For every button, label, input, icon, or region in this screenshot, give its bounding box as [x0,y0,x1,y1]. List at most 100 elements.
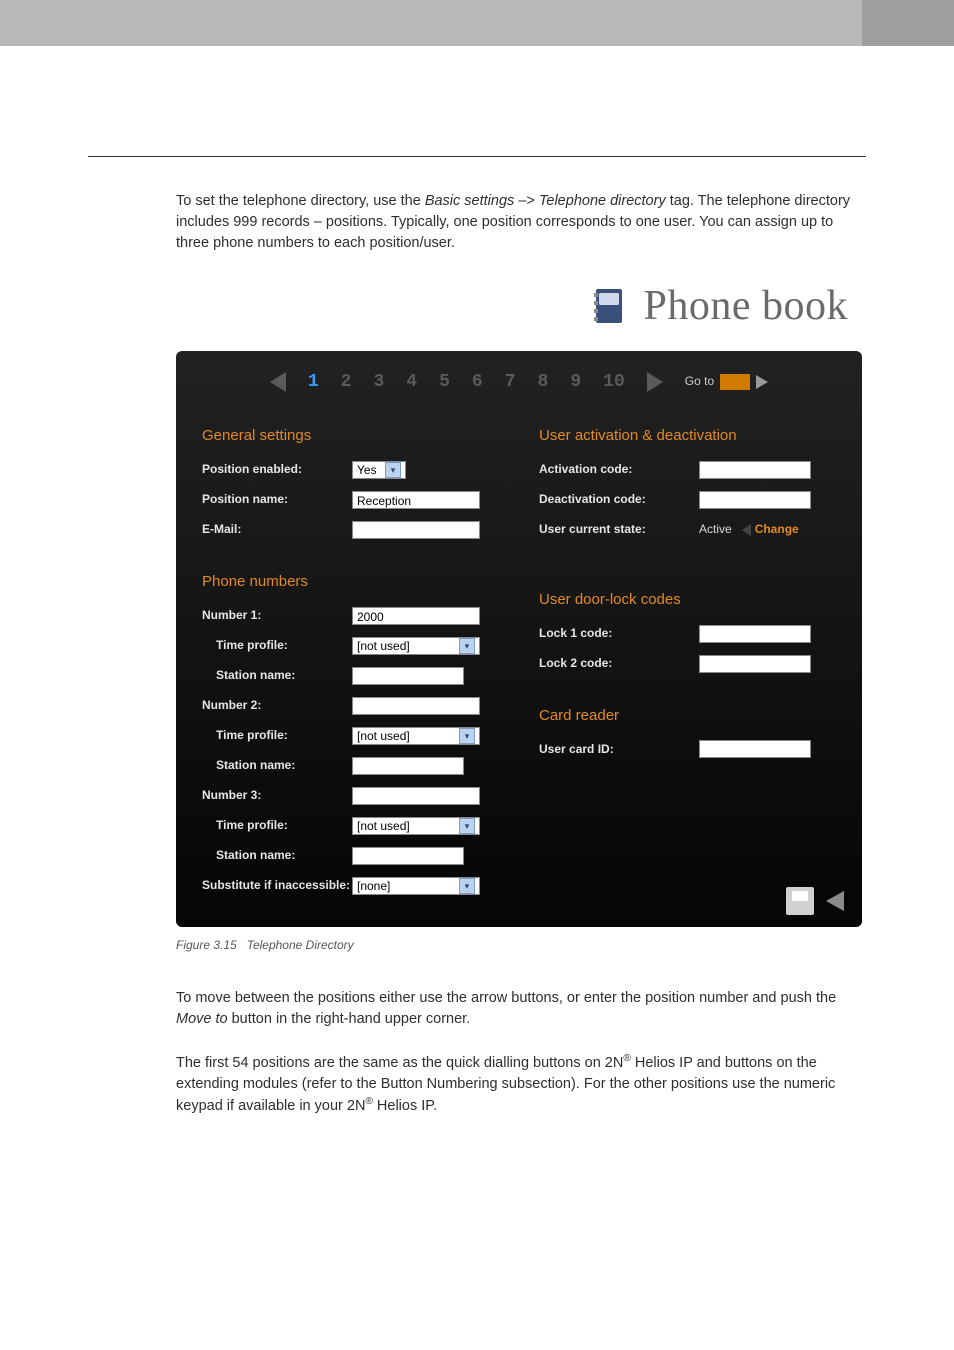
number1-timeprofile-select[interactable]: [not used] ▾ [352,637,480,655]
change-state-label: Change [755,521,799,538]
p3-a: The first 54 positions are the same as t… [176,1055,623,1071]
number2-label: Number 2: [202,697,352,714]
number3-timeprofile-select[interactable]: [not used] ▾ [352,817,480,835]
phone-numbers-heading: Phone numbers [202,571,499,593]
substitute-select[interactable]: [none] ▾ [352,877,480,895]
email-label: E-Mail: [202,521,352,538]
number3-input[interactable] [352,787,480,805]
phone-book-icon [588,285,630,327]
number3-timeprofile-value: [not used] [357,817,410,835]
panel-bottom-icons [786,887,844,915]
door-lock-heading: User door-lock codes [539,589,836,611]
number3-label: Number 3: [202,787,352,804]
general-settings-heading: General settings [202,425,499,447]
substitute-label: Substitute if inaccessible: [202,878,352,892]
pager-number-5[interactable]: 5 [439,369,450,395]
right-column: User activation & deactivation Activatio… [539,421,836,905]
number1-station-input[interactable] [352,667,464,685]
intro-mid: –> [514,193,539,209]
pager-goto-input[interactable] [720,374,750,390]
position-enabled-label: Position enabled: [202,461,352,478]
page-header-band [0,0,954,46]
substitute-value: [none] [357,877,390,895]
activation-code-label: Activation code: [539,461,699,478]
position-enabled-value: Yes [357,461,377,479]
lock1-input[interactable] [699,625,811,643]
lock1-label: Lock 1 code: [539,625,699,642]
triangle-left-icon [742,524,751,536]
chevron-down-icon: ▾ [459,818,475,834]
chevron-down-icon: ▾ [459,638,475,654]
pager-goto: Go to [685,373,768,390]
number2-station-label: Station name: [216,757,352,774]
card-reader-heading: Card reader [539,705,836,727]
pager-goto-button-icon[interactable] [756,375,768,389]
paragraph-2: To move between the positions either use… [176,988,862,1030]
user-activation-heading: User activation & deactivation [539,425,836,447]
number1-timeprofile-value: [not used] [357,637,410,655]
chevron-down-icon: ▾ [459,728,475,744]
pager-prev-icon[interactable] [270,372,286,392]
number1-label: Number 1: [202,607,352,624]
figure-title: Telephone Directory [247,938,354,952]
pager-number-4[interactable]: 4 [406,369,417,395]
pager-number-10[interactable]: 10 [603,369,625,395]
figure-number: Figure 3.15 [176,938,237,952]
pager-number-1[interactable]: 1 [308,369,319,395]
number1-station-label: Station name: [216,667,352,684]
number3-station-input[interactable] [352,847,464,865]
position-enabled-select[interactable]: Yes ▾ [352,461,406,479]
card-id-label: User card ID: [539,741,699,758]
intro-paragraph: To set the telephone directory, use the … [176,191,862,254]
registered-2: ® [365,1096,372,1107]
screenshot-title: Phone book [644,276,849,337]
p3-c: Helios IP. [373,1098,437,1114]
left-column: General settings Position enabled: Yes ▾… [202,421,499,905]
pager-number-3[interactable]: 3 [373,369,384,395]
pager-number-9[interactable]: 9 [570,369,581,395]
config-panel: 1 2 3 4 5 6 7 8 9 10 Go to [176,351,862,927]
save-icon[interactable] [786,887,814,915]
number2-timeprofile-label: Time profile: [216,727,352,744]
deactivation-code-label: Deactivation code: [539,491,699,508]
chevron-down-icon: ▾ [385,462,401,478]
pager-goto-label: Go to [685,373,714,390]
number2-station-input[interactable] [352,757,464,775]
screenshot-title-row: Phone book [176,276,862,337]
screenshot-figure: Phone book 1 2 3 4 5 6 7 8 9 10 [176,276,862,954]
p2-a: To move between the positions either use… [176,990,836,1006]
user-state-label: User current state: [539,521,699,538]
pager-number-2[interactable]: 2 [341,369,352,395]
pager-number-8[interactable]: 8 [538,369,549,395]
number1-input[interactable]: 2000 [352,607,480,625]
card-id-input[interactable] [699,740,811,758]
p2-em: Move to [176,1011,228,1027]
number2-timeprofile-value: [not used] [357,727,410,745]
email-input[interactable] [352,521,480,539]
intro-em-2: Telephone directory [539,193,666,209]
position-pager: 1 2 3 4 5 6 7 8 9 10 Go to [202,369,836,395]
paragraph-3: The first 54 positions are the same as t… [176,1052,862,1117]
number3-timeprofile-label: Time profile: [216,817,352,834]
header-tab [862,0,954,46]
number2-timeprofile-select[interactable]: [not used] ▾ [352,727,480,745]
intro-em-1: Basic settings [425,193,514,209]
back-arrow-icon[interactable] [826,891,844,911]
pager-number-7[interactable]: 7 [505,369,516,395]
number3-station-label: Station name: [216,847,352,864]
position-name-input[interactable]: Reception [352,491,480,509]
change-state-button[interactable]: Change [742,521,799,538]
registered-1: ® [623,1053,630,1064]
lock2-label: Lock 2 code: [539,655,699,672]
deactivation-code-input[interactable] [699,491,811,509]
number2-input[interactable] [352,697,480,715]
pager-number-6[interactable]: 6 [472,369,483,395]
chevron-down-icon: ▾ [459,878,475,894]
number1-timeprofile-label: Time profile: [216,637,352,654]
figure-caption: Figure 3.15 Telephone Directory [176,937,862,954]
intro-text-a: To set the telephone directory, use the [176,193,425,209]
activation-code-input[interactable] [699,461,811,479]
position-name-label: Position name: [202,491,352,508]
pager-next-icon[interactable] [647,372,663,392]
lock2-input[interactable] [699,655,811,673]
